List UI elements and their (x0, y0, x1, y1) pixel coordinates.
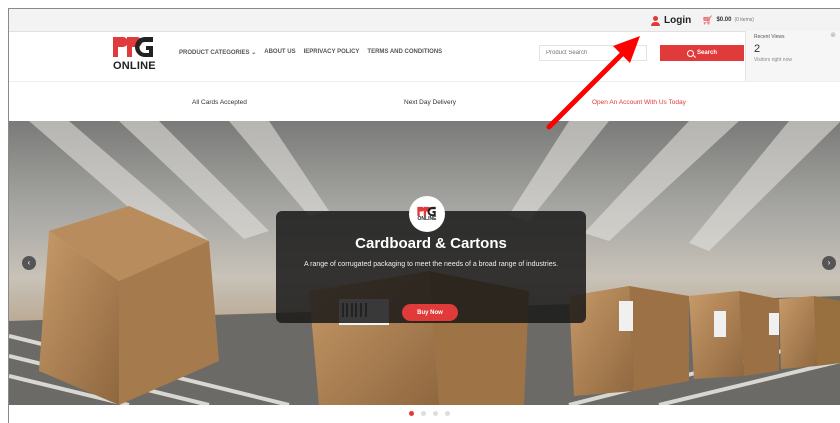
search-icon (686, 49, 694, 57)
hero-caption: ONLINE Cardboard & Cartons A range of co… (276, 196, 586, 323)
nav-about-us[interactable]: ABOUT US (264, 49, 295, 56)
recent-subtitle: Visitors right now (754, 57, 792, 63)
caption-logo: ONLINE (409, 196, 445, 232)
cart-link[interactable]: 🛒︎ $0.00 (0 items) (702, 15, 754, 25)
carousel-dot[interactable] (409, 411, 414, 416)
usp-bar: All Cards Accepted Next Day Delivery Ope… (9, 81, 840, 122)
site-logo[interactable]: ONLINE (111, 35, 157, 77)
nav-product-categories[interactable]: PRODUCT CATEGORIES ⌄ (179, 49, 256, 56)
nav-terms[interactable]: TERMS AND CONDITIONS (367, 49, 442, 56)
search-input[interactable] (539, 45, 647, 61)
login-label: Login (664, 15, 692, 26)
top-bar: Login 🛒︎ $0.00 (0 items) (9, 9, 840, 32)
carousel-next-button[interactable]: › (822, 256, 836, 270)
carousel-dot[interactable] (433, 411, 438, 416)
buy-now-button[interactable]: Buy Now (402, 304, 458, 321)
cart-total: $0.00 (716, 17, 732, 23)
login-link[interactable]: Login (651, 15, 691, 26)
usp-cards: All Cards Accepted (192, 99, 247, 106)
cart-icon: 🛒︎ (702, 15, 714, 25)
search-button-label: Search (696, 50, 717, 56)
logo-text: ONLINE (113, 60, 156, 72)
hero-title: Cardboard & Cartons (355, 235, 507, 252)
usp-open-account-link[interactable]: Open An Account With Us Today (592, 99, 686, 106)
carousel-dot[interactable] (421, 411, 426, 416)
ppg-logo-icon (113, 37, 153, 57)
hero-description: A range of corrugated packaging to meet … (303, 261, 559, 268)
hero-carousel: ‹ › ONLINE Cardboard & Cartons A range o… (9, 121, 840, 405)
recent-count: 2 (754, 43, 761, 55)
recently-viewed-panel: Recent Views ⊗ 2 Visitors right now (745, 31, 840, 81)
caption-logo-text: ONLINE (417, 216, 437, 222)
carousel-prev-button[interactable]: ‹ (22, 256, 36, 270)
close-icon[interactable]: ⊗ (830, 31, 836, 39)
main-nav: PRODUCT CATEGORIES ⌄ ABOUT US IEPRIVACY … (179, 49, 442, 56)
nav-privacy-policy[interactable]: IEPRIVACY POLICY (304, 49, 360, 56)
cart-item-count: (0 items) (734, 17, 754, 23)
user-icon (651, 15, 660, 26)
carousel-dots (409, 411, 450, 416)
carousel-dot[interactable] (445, 411, 450, 416)
usp-delivery: Next Day Delivery (404, 99, 457, 106)
recent-title: Recent Views (754, 34, 785, 40)
search-button[interactable]: Search (660, 45, 744, 61)
browser-frame: Login 🛒︎ $0.00 (0 items) Recent Views ⊗ … (8, 8, 840, 423)
site-header: ONLINE PRODUCT CATEGORIES ⌄ ABOUT US IEP… (9, 31, 745, 81)
